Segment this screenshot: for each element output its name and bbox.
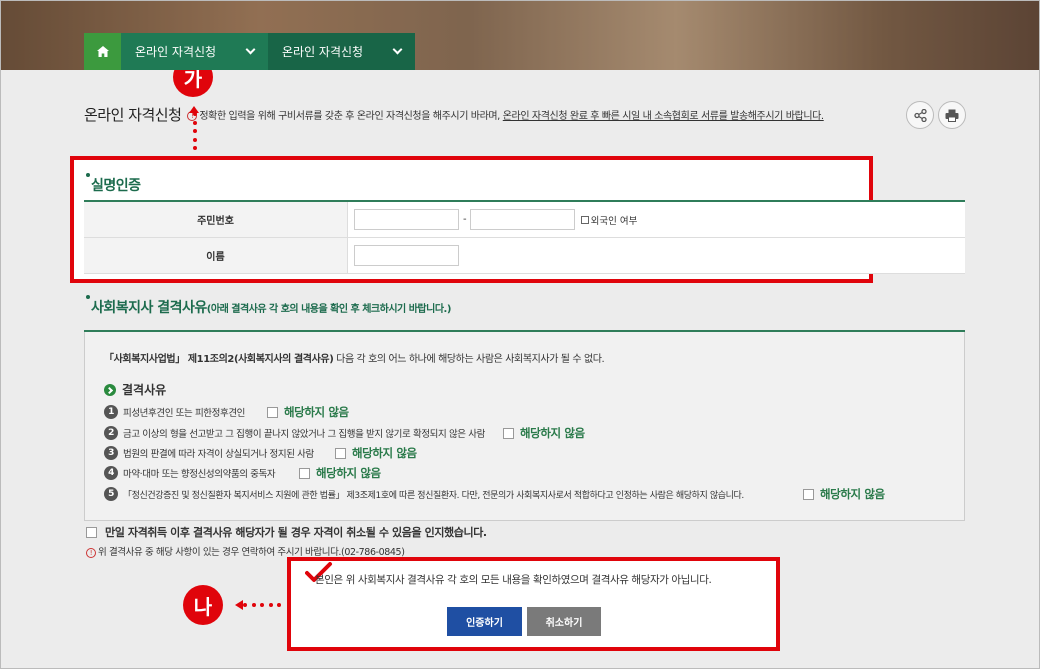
form-row-name: 이름 <box>84 238 965 274</box>
marker-arrow-icon <box>235 600 243 610</box>
reason-item-4: 4 마약·대마 또는 향정신성의약품의 중독자 <box>104 466 276 480</box>
nav-dropdown-2[interactable]: 온라인 자격신청 <box>268 33 415 70</box>
reasons-section-title: 사회복지사 결격사유(아래 결격사유 각 호의 내용을 확인 후 체크하시기 바… <box>86 295 452 317</box>
reason-5-checkbox[interactable] <box>803 488 814 500</box>
law-reference: 「사회복지사업법」 제11조의2(사회복지사의 결격사유) 다음 각 호의 어느… <box>104 354 605 365</box>
verify-button[interactable]: 인증하기 <box>447 607 522 636</box>
ssn-separator: - <box>463 214 467 225</box>
ssn-back-input[interactable] <box>469 209 575 230</box>
number-badge: 4 <box>104 466 118 480</box>
breadcrumb-nav: 온라인 자격신청 온라인 자격신청 <box>84 33 415 70</box>
reasons-subtitle: (아래 결격사유 각 호의 내용을 확인 후 체크하시기 바랍니다.) <box>206 304 452 315</box>
print-icon <box>945 109 959 122</box>
page-title: 온라인 자격신청 <box>84 105 182 124</box>
page-notice: ! 정확한 입력을 위해 구비서류를 갖춘 후 온라인 자격신청을 해주시기 바라… <box>187 107 824 122</box>
agree-option[interactable]: 만일 자격취득 이후 결격사유 해당자가 될 경우 자격이 취소될 수 있음을 … <box>86 524 487 540</box>
reason-4-not-applicable[interactable]: 해당하지 않음 <box>299 465 381 481</box>
chevron-down-icon <box>392 44 403 55</box>
share-button[interactable] <box>906 101 934 129</box>
form-row-ssn: 주민번호 - 외국인 여부 <box>84 202 965 238</box>
home-icon <box>96 46 109 57</box>
reason-1-not-applicable[interactable]: 해당하지 않음 <box>267 404 349 420</box>
identity-section-title: 실명인증 <box>86 173 141 195</box>
arrow-right-circle-icon <box>104 383 116 396</box>
reason-1-checkbox[interactable] <box>267 406 278 418</box>
marker-connector <box>243 602 281 608</box>
foreigner-label: 외국인 여부 <box>590 215 638 227</box>
nav-dropdown-1-label: 온라인 자격신청 <box>135 45 217 59</box>
reasons-heading: 결격사유 <box>104 381 166 398</box>
notice-underline-text: 온라인 자격신청 완료 후 빠른 시일 내 소속협회로 서류를 발송해주시기 바… <box>502 110 824 122</box>
reason-item-3: 3 법원의 판결에 따라 자격이 상실되거나 정지된 사람 <box>104 446 314 460</box>
cancel-button[interactable]: 취소하기 <box>527 607 601 636</box>
foreigner-option[interactable]: 외국인 여부 <box>580 213 638 227</box>
marker-connector <box>192 112 198 150</box>
reason-3-not-applicable[interactable]: 해당하지 않음 <box>335 445 417 461</box>
reason-item-2: 2 금고 이상의 형을 선고받고 그 집행이 끝나지 않았거나 그 집행을 받지 … <box>104 426 485 440</box>
reason-2-checkbox[interactable] <box>503 427 514 439</box>
foreigner-checkbox[interactable] <box>580 215 589 224</box>
print-button[interactable] <box>938 101 966 129</box>
chevron-down-icon <box>245 44 256 55</box>
reason-4-checkbox[interactable] <box>299 467 310 479</box>
reason-5-not-applicable[interactable]: 해당하지 않음 <box>803 486 885 502</box>
reason-2-not-applicable[interactable]: 해당하지 않음 <box>503 425 585 441</box>
name-label: 이름 <box>84 238 348 273</box>
reason-3-checkbox[interactable] <box>335 447 346 459</box>
reason-item-5: 5 「정신건강증진 및 정신질환자 복지서비스 지원에 관한 법률」 제3조제1호… <box>104 487 744 501</box>
number-badge: 2 <box>104 426 118 440</box>
nav-dropdown-1[interactable]: 온라인 자격신청 <box>121 33 268 70</box>
number-badge: 5 <box>104 487 118 501</box>
number-badge: 1 <box>104 405 118 419</box>
nav-dropdown-2-label: 온라인 자격신청 <box>282 45 364 59</box>
reason-item-1: 1 피성년후견인 또는 피한정후견인 <box>104 405 245 419</box>
confirm-statement: 본인은 위 사회복지사 결격사유 각 호의 모든 내용을 확인하였으며 결격사유… <box>315 574 712 586</box>
ssn-label: 주민번호 <box>84 202 348 237</box>
agree-label: 만일 자격취득 이후 결격사유 해당자가 될 경우 자격이 취소될 수 있음을 … <box>105 526 487 539</box>
name-input[interactable] <box>354 245 459 266</box>
share-icon <box>913 108 927 122</box>
notice-text: 정확한 입력을 위해 구비서류를 갖춘 후 온라인 자격신청을 해주시기 바라며… <box>199 110 503 122</box>
ssn-front-input[interactable] <box>354 209 459 230</box>
page-header: 온라인 자격신청 ! 정확한 입력을 위해 구비서류를 갖춘 후 온라인 자격신청… <box>84 104 974 124</box>
nav-home-button[interactable] <box>84 33 121 70</box>
agree-checkbox[interactable] <box>86 526 97 538</box>
info-icon: ! <box>86 547 96 558</box>
marker-na: 나 <box>183 585 223 625</box>
identity-form: 주민번호 - 외국인 여부 이름 <box>84 202 965 274</box>
number-badge: 3 <box>104 446 118 460</box>
contact-notice: ! 위 결격사유 중 해당 사항이 있는 경우 연락하여 주시기 바랍니다.(02… <box>86 544 405 558</box>
